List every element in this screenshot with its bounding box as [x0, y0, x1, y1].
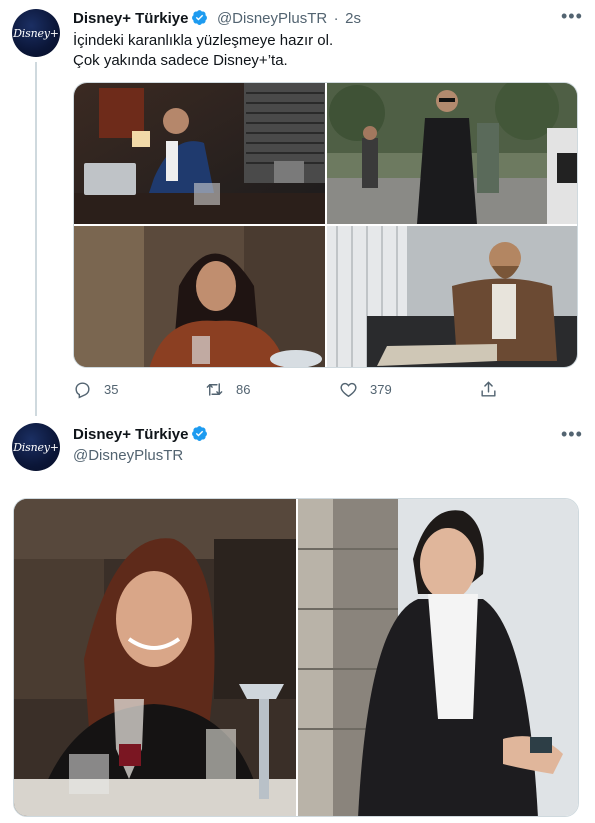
photo-bearded-man-sofa-icon[interactable]: [327, 226, 577, 367]
share-button[interactable]: [479, 380, 510, 399]
like-count: 379: [370, 382, 392, 397]
media-grid: [73, 82, 578, 368]
avatar[interactable]: Disney+: [12, 9, 60, 57]
tweet-text-line: İçindeki karanlıkla yüzleşmeye hazır ol.: [73, 32, 334, 49]
reply-button[interactable]: 35: [73, 380, 118, 399]
more-options-icon[interactable]: •••: [561, 6, 583, 27]
disney-plus-logo: Disney+: [13, 440, 59, 454]
tweet-header: Disney+ Türkiye @DisneyPlusTR · 2s: [73, 9, 361, 28]
verified-badge-icon: [192, 426, 208, 441]
retweet-icon: [206, 383, 223, 396]
author-handle[interactable]: @DisneyPlusTR: [217, 10, 327, 27]
like-button[interactable]: 379: [339, 380, 392, 399]
tweet-text-line: Çok yakında sadece Disney+’ta.: [73, 52, 288, 69]
photo-office-man-laptop-icon[interactable]: [74, 83, 325, 224]
heart-icon: [340, 382, 357, 398]
reply-icon: [75, 382, 90, 399]
reply-count: 35: [104, 382, 119, 397]
share-icon: [481, 381, 496, 397]
photo-man-sunglasses-walking-icon[interactable]: [327, 83, 577, 224]
verified-badge-icon: [192, 10, 208, 25]
author-name[interactable]: Disney+ Türkiye: [73, 10, 188, 27]
author-name[interactable]: Disney+ Türkiye: [73, 426, 188, 443]
photo-woman-dark-hair-icon[interactable]: [74, 226, 325, 367]
tweet-time[interactable]: 2s: [345, 10, 361, 27]
photo-woman-smiling-restaurant-icon[interactable]: [14, 499, 296, 816]
disney-plus-logo: Disney+: [13, 26, 59, 40]
separator: ·: [333, 10, 339, 27]
photo-young-woman-dark-coat-icon[interactable]: [298, 499, 578, 816]
tweet-text: İçindeki karanlıkla yüzleşmeye hazır ol.…: [73, 31, 333, 71]
media-grid: [13, 498, 579, 817]
retweet-button[interactable]: 86: [205, 380, 250, 399]
more-options-icon[interactable]: •••: [561, 424, 583, 445]
tweet-header: Disney+ Türkiye: [73, 425, 208, 444]
retweet-count: 86: [236, 382, 251, 397]
avatar[interactable]: Disney+: [12, 423, 60, 471]
author-handle[interactable]: @DisneyPlusTR: [73, 447, 183, 464]
thread-line: [35, 62, 37, 416]
